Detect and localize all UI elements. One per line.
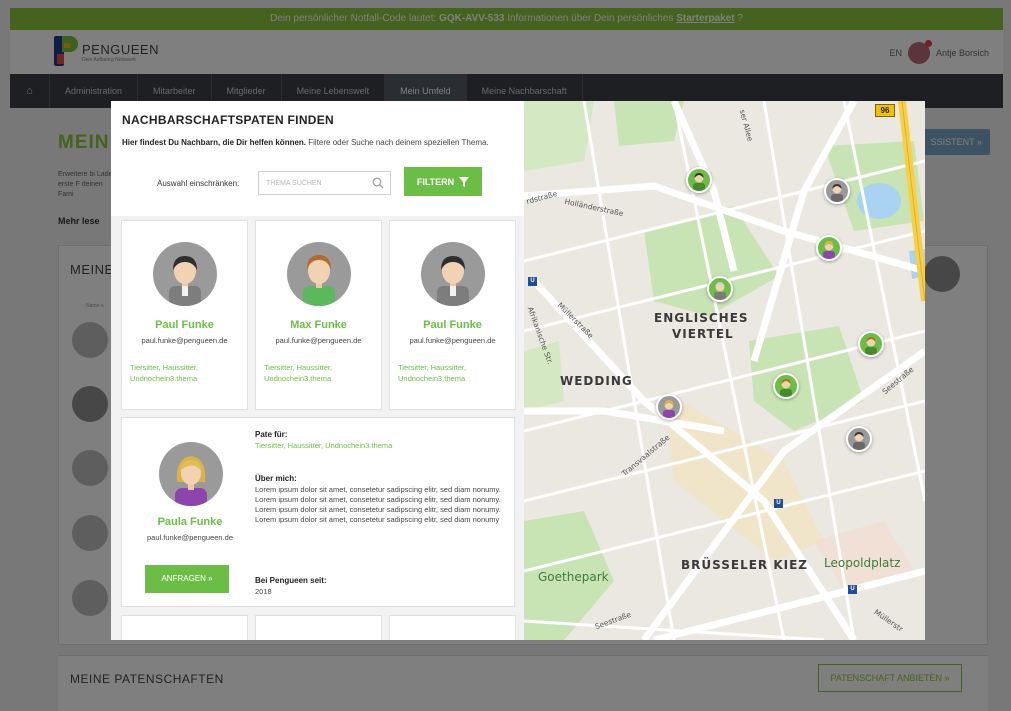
map-pin[interactable] <box>707 276 733 302</box>
map-pin[interactable] <box>824 178 850 204</box>
paten-name[interactable]: Paul Funke <box>122 319 247 331</box>
paten-email: paul.funke@pengueen.de <box>275 336 362 345</box>
person-icon <box>853 432 865 450</box>
intro-rest: Filtere oder Suche nach deinem spezielle… <box>308 138 489 147</box>
male-avatar-icon <box>303 255 335 306</box>
paten-card[interactable] <box>389 615 516 640</box>
ueber-mich-text: Lorem ipsum dolor sit amet, consetetur s… <box>255 485 501 524</box>
ubahn-icon: U <box>848 585 857 594</box>
funnel-icon <box>459 176 470 187</box>
member-since-value: 2018 <box>255 587 272 596</box>
map-label-goethepark: Goethepark <box>538 570 609 584</box>
person-icon <box>663 400 675 418</box>
avatar <box>159 442 223 506</box>
featured-paten-card: Paula Funke paul.funke@pengueen.de ANFRA… <box>121 417 515 607</box>
person-icon <box>823 241 835 259</box>
map-pin[interactable] <box>773 373 799 399</box>
paten-tags: Tiersitter, Haussitter, Undnochein3.them… <box>398 363 467 383</box>
map-pin[interactable] <box>858 331 884 357</box>
avatar <box>287 242 351 306</box>
paten-card[interactable]: Paul Funke paul.funke@pengueen.de Tiersi… <box>121 220 248 410</box>
map-label-bruesseler: BRÜSSELER KIEZ <box>681 558 808 572</box>
map-pin[interactable] <box>816 235 842 261</box>
filter-button-label: FILTERN <box>416 176 455 187</box>
featured-name[interactable]: Paula Funke <box>122 516 258 528</box>
member-since-label: Bei Pengueen seit: <box>255 576 327 585</box>
ueber-mich-block: Über mich: Lorem ipsum dolor sit amet, c… <box>255 474 507 525</box>
paten-card[interactable] <box>121 615 248 640</box>
search-icon[interactable] <box>372 177 384 189</box>
modal-header: NACHBARSCHAFTSPATEN FINDEN Hier findest … <box>111 101 524 216</box>
map-label-englisches: ENGLISCHES <box>654 311 749 325</box>
road-number-sign: 96 <box>875 104 895 117</box>
filter-label: Auswahl einschränken: <box>157 179 240 188</box>
paten-card[interactable]: Paul Funke paul.funke@pengueen.de Tiersi… <box>389 220 516 410</box>
neighborhood-map[interactable]: 96 ser Allee rdstraße Holländerstraße Mü… <box>524 101 925 640</box>
modal-title: NACHBARSCHAFTSPATEN FINDEN <box>122 113 335 127</box>
paten-email: paul.funke@pengueen.de <box>409 336 496 345</box>
anfragen-button[interactable]: ANFRAGEN » <box>145 565 229 593</box>
person-icon <box>831 184 843 202</box>
map-label-viertel: VIERTEL <box>672 327 734 341</box>
intro-bold: Hier findest Du Nachbarn, die Dir helfen… <box>122 138 307 147</box>
paten-tags: Tiersitter, Haussitter, Undnochein3.them… <box>130 363 199 383</box>
paten-email: paul.funke@pengueen.de <box>141 336 228 345</box>
ubahn-icon: U <box>774 499 783 508</box>
person-icon <box>780 379 792 397</box>
paten-modal: NACHBARSCHAFTSPATEN FINDEN Hier findest … <box>111 101 925 640</box>
paten-name[interactable]: Paul Funke <box>390 319 515 331</box>
male-avatar-icon <box>169 256 201 306</box>
member-since-block: Bei Pengueen seit: 2018 <box>255 576 507 597</box>
person-icon <box>714 282 726 300</box>
ubahn-icon: U <box>528 277 537 286</box>
person-icon <box>693 173 705 191</box>
paten-card[interactable]: Max Funke paul.funke@pengueen.de Tiersit… <box>255 220 382 410</box>
pate-fuer-label: Pate für: <box>255 430 288 439</box>
person-icon <box>865 337 877 355</box>
ueber-mich-label: Über mich: <box>255 474 297 483</box>
paten-name[interactable]: Max Funke <box>256 319 381 331</box>
paten-tags: Tiersitter, Haussitter, Undnochein3.them… <box>264 363 333 383</box>
female-avatar-icon <box>175 456 207 506</box>
featured-email: paul.funke@pengueen.de <box>146 533 234 542</box>
avatar <box>153 242 217 306</box>
paten-list-panel: NACHBARSCHAFTSPATEN FINDEN Hier findest … <box>111 101 524 640</box>
modal-intro: Hier findest Du Nachbarn, die Dir helfen… <box>122 137 492 148</box>
map-pin[interactable] <box>686 167 712 193</box>
pate-fuer-block: Pate für: Tiersitter, Haussitter, Undnoc… <box>255 430 507 450</box>
map-label-leopoldplatz: Leopoldplatz <box>824 556 901 570</box>
male-avatar-icon <box>437 256 469 306</box>
map-pin[interactable] <box>656 394 682 420</box>
topic-search[interactable] <box>258 171 391 195</box>
filter-button[interactable]: FILTERN <box>404 167 482 196</box>
pate-fuer-tags: Tiersitter, Haussitter, Undnochein3.them… <box>255 441 393 450</box>
avatar <box>421 242 485 306</box>
paten-card[interactable] <box>255 615 382 640</box>
map-pin[interactable] <box>846 426 872 452</box>
map-label-wedding: WEDDING <box>560 374 633 388</box>
topic-search-input[interactable] <box>259 172 369 194</box>
